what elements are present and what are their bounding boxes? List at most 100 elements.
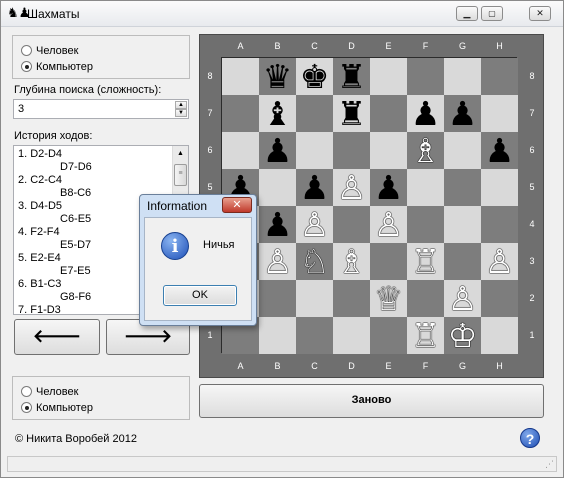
scroll-up-icon[interactable]: ▲ [174, 147, 187, 161]
square-c1[interactable] [296, 317, 333, 354]
square-g2[interactable]: ♙ [444, 280, 481, 317]
bottom-player-computer-option[interactable]: Компьютер [21, 401, 93, 415]
square-h8[interactable] [481, 58, 518, 95]
square-b2[interactable] [259, 280, 296, 317]
square-h6[interactable]: ♟ [481, 132, 518, 169]
square-b1[interactable] [259, 317, 296, 354]
square-d2[interactable] [333, 280, 370, 317]
list-item[interactable]: 1. D2-D4 [14, 148, 174, 161]
square-b8[interactable]: ♛ [259, 58, 296, 95]
square-f4[interactable] [407, 206, 444, 243]
white-bishop-icon[interactable]: ♗ [333, 243, 370, 280]
top-player-human-option[interactable]: Человек [21, 44, 78, 58]
square-c4[interactable]: ♙ [296, 206, 333, 243]
list-item[interactable]: D7-D6 [14, 161, 174, 174]
square-b5[interactable] [259, 169, 296, 206]
spin-down-icon[interactable]: ▼ [175, 109, 187, 117]
black-king-icon[interactable]: ♚ [296, 58, 333, 95]
bottom-player-human-radio[interactable] [21, 386, 32, 397]
black-bishop-icon[interactable]: ♝ [259, 95, 296, 132]
square-a8[interactable] [222, 58, 259, 95]
chess-board[interactable]: ♛ ♚ ♜ ♝ ♜ ♟ ♟ ♟ ♗ ♟ ♟ ♟ ♙ ♟ ♟ ♙ ♙ ♙ ♘ ♗ ♖ ♙ ♕ ♙ ♖ ♔ [221, 57, 518, 354]
white-king-icon[interactable]: ♔ [444, 317, 481, 354]
black-pawn-icon[interactable]: ♟ [407, 95, 444, 132]
black-pawn-icon[interactable]: ♟ [444, 95, 481, 132]
square-d6[interactable] [333, 132, 370, 169]
square-e6[interactable] [370, 132, 407, 169]
black-rook-icon[interactable]: ♜ [333, 95, 370, 132]
square-c3[interactable]: ♘ [296, 243, 333, 280]
white-pawn-icon[interactable]: ♙ [259, 243, 296, 280]
square-c6[interactable] [296, 132, 333, 169]
black-rook-icon[interactable]: ♜ [333, 58, 370, 95]
close-button[interactable]: ✕ [529, 6, 551, 21]
white-queen-icon[interactable]: ♕ [370, 280, 407, 317]
square-h2[interactable] [481, 280, 518, 317]
square-b7[interactable]: ♝ [259, 95, 296, 132]
white-rook-icon[interactable]: ♖ [407, 317, 444, 354]
undo-move-button[interactable]: 🡐 [14, 319, 100, 355]
square-c2[interactable] [296, 280, 333, 317]
white-rook-icon[interactable]: ♖ [407, 243, 444, 280]
white-pawn-icon[interactable]: ♙ [296, 206, 333, 243]
square-g1[interactable]: ♔ [444, 317, 481, 354]
black-pawn-icon[interactable]: ♟ [259, 132, 296, 169]
black-pawn-icon[interactable]: ♟ [481, 132, 518, 169]
maximize-button[interactable]: ▢ [481, 6, 503, 21]
search-depth-spinner[interactable]: 3 ▲ ▼ [13, 99, 189, 119]
white-knight-icon[interactable]: ♘ [296, 243, 333, 280]
square-f7[interactable]: ♟ [407, 95, 444, 132]
square-e2[interactable]: ♕ [370, 280, 407, 317]
square-e5[interactable]: ♟ [370, 169, 407, 206]
square-c5[interactable]: ♟ [296, 169, 333, 206]
square-b6[interactable]: ♟ [259, 132, 296, 169]
white-bishop-icon[interactable]: ♗ [407, 132, 444, 169]
square-f8[interactable] [407, 58, 444, 95]
bottom-player-human-option[interactable]: Человек [21, 385, 78, 399]
dialog-close-button[interactable]: ✕ [222, 197, 252, 213]
white-pawn-icon[interactable]: ♙ [444, 280, 481, 317]
top-player-computer-radio[interactable] [21, 61, 32, 72]
square-e7[interactable] [370, 95, 407, 132]
square-d5[interactable]: ♙ [333, 169, 370, 206]
minimize-button[interactable]: ▁ [456, 6, 478, 21]
square-h7[interactable] [481, 95, 518, 132]
bottom-player-computer-radio[interactable] [21, 402, 32, 413]
square-d8[interactable]: ♜ [333, 58, 370, 95]
square-e4[interactable]: ♙ [370, 206, 407, 243]
list-item[interactable]: 2. C2-C4 [14, 174, 174, 187]
black-queen-icon[interactable]: ♛ [259, 58, 296, 95]
new-game-button[interactable]: Заново [199, 384, 544, 418]
top-player-computer-option[interactable]: Компьютер [21, 60, 93, 74]
square-d7[interactable]: ♜ [333, 95, 370, 132]
square-h5[interactable] [481, 169, 518, 206]
search-depth-value[interactable]: 3 [18, 103, 24, 115]
square-f1[interactable]: ♖ [407, 317, 444, 354]
square-d3[interactable]: ♗ [333, 243, 370, 280]
square-h1[interactable] [481, 317, 518, 354]
square-g4[interactable] [444, 206, 481, 243]
square-g7[interactable]: ♟ [444, 95, 481, 132]
square-g3[interactable] [444, 243, 481, 280]
square-e8[interactable] [370, 58, 407, 95]
help-icon[interactable]: ? [520, 428, 540, 448]
square-e1[interactable] [370, 317, 407, 354]
title-bar[interactable]: ♞♟ Шахматы ▁ ▢ ✕ [1, 1, 563, 27]
square-f2[interactable] [407, 280, 444, 317]
square-g8[interactable] [444, 58, 481, 95]
black-pawn-icon[interactable]: ♟ [259, 206, 296, 243]
square-g6[interactable] [444, 132, 481, 169]
black-pawn-icon[interactable]: ♟ [296, 169, 333, 206]
square-b3[interactable]: ♙ [259, 243, 296, 280]
ok-button[interactable]: OK [163, 285, 237, 306]
square-f3[interactable]: ♖ [407, 243, 444, 280]
spin-up-icon[interactable]: ▲ [175, 101, 187, 109]
white-pawn-icon[interactable]: ♙ [370, 206, 407, 243]
white-pawn-icon[interactable]: ♙ [481, 243, 518, 280]
square-d1[interactable] [333, 317, 370, 354]
top-player-human-radio[interactable] [21, 45, 32, 56]
square-g5[interactable] [444, 169, 481, 206]
square-a7[interactable] [222, 95, 259, 132]
square-a6[interactable] [222, 132, 259, 169]
black-pawn-icon[interactable]: ♟ [370, 169, 407, 206]
